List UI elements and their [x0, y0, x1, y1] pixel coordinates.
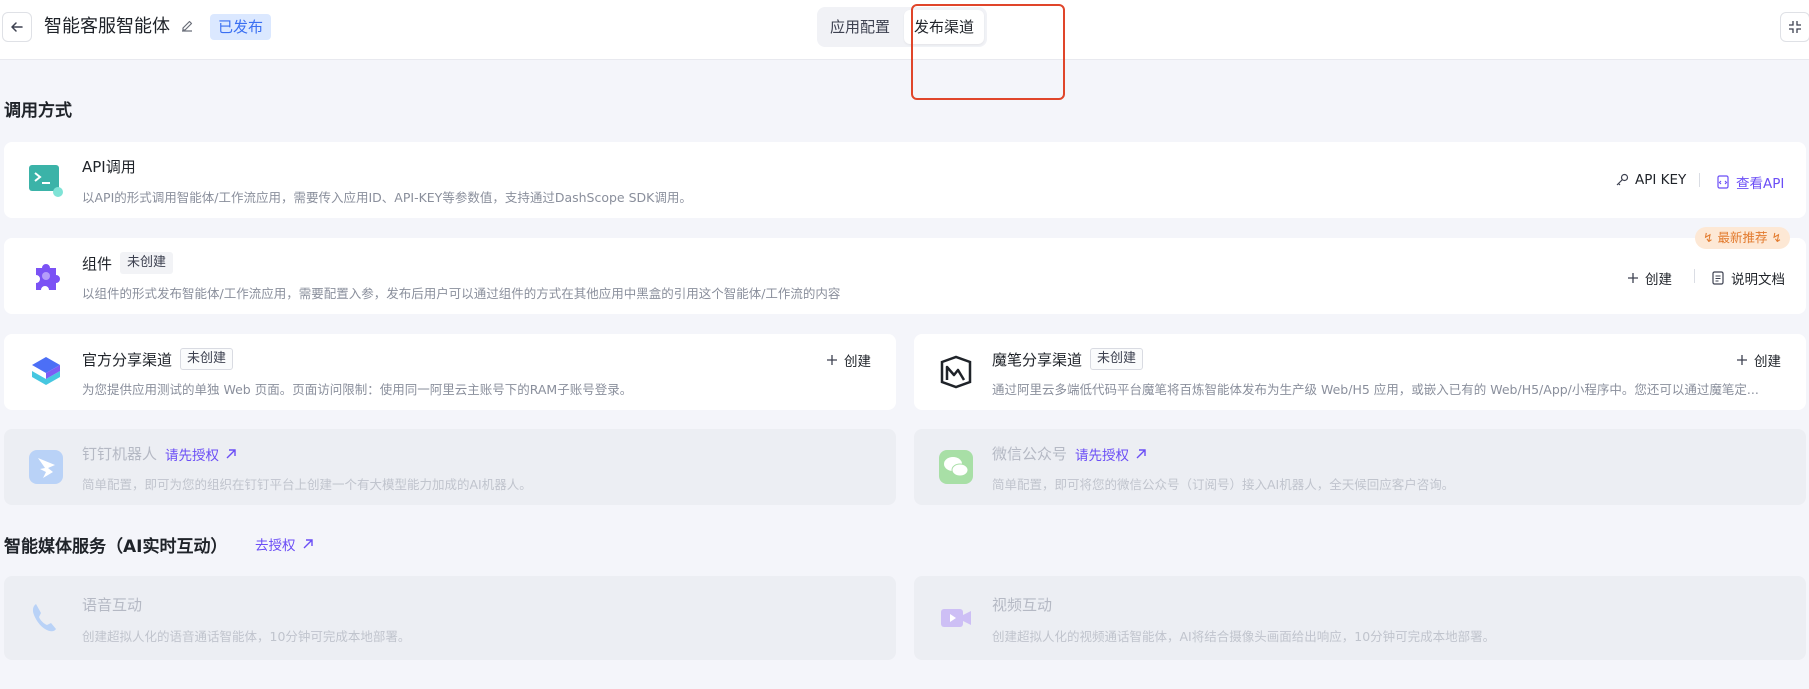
video-title: 视频互动 [992, 596, 1053, 614]
mobi-logo-icon [940, 355, 972, 389]
wechat-authorize-label: 请先授权 [1075, 447, 1130, 464]
dingtalk-desc: 简单配置，即可为您的组织在钉钉平台上创建一个有大模型能力加成的AI机器人。 [82, 477, 532, 492]
sparkle-icon: ↯ [1771, 230, 1782, 245]
divider [1699, 173, 1700, 187]
mobi-share-title: 魔笔分享渠道 [992, 350, 1083, 369]
tab-bar: 应用配置 发布渠道 [817, 7, 988, 47]
voice-title: 语音互动 [82, 596, 143, 614]
section-title-media: 智能媒体服务（AI实时互动） [4, 537, 228, 557]
voice-desc: 创建超拟人化的语音通话智能体，10分钟可完成本地部署。 [82, 629, 411, 644]
mobi-share-card: 魔笔分享渠道 未创建 通过阿里云多端低代码平台魔笔将百炼智能体发布为生产级 We… [914, 334, 1806, 410]
tab-publish-channels[interactable]: 发布渠道 [904, 10, 985, 44]
video-card: 视频互动 创建超拟人化的视频通话智能体，AI将结合摄像头画面给出响应，10分钟可… [914, 576, 1806, 660]
api-card-title: API调用 [82, 158, 136, 176]
recommend-badge-label: 最新推荐 [1717, 230, 1768, 245]
dingtalk-authorize-label: 请先授权 [165, 447, 220, 464]
component-card-title: 组件 [82, 254, 113, 273]
official-share-create-label: 创建 [844, 354, 871, 370]
component-card-desc: 以组件的形式发布智能体/工作流应用，需要配置入参，发布后用户可以通过组件的方式在… [82, 286, 841, 301]
official-share-title: 官方分享渠道 [82, 350, 173, 369]
terminal-icon [29, 165, 63, 197]
plus-icon [1737, 355, 1747, 365]
wechat-authorize-link[interactable]: 请先授权 [1075, 444, 1147, 464]
fire-icon: ↯ [1703, 230, 1714, 245]
component-create-button[interactable]: 创建 [1627, 268, 1672, 288]
component-status-tag: 未创建 [120, 252, 174, 274]
wechat-icon [939, 450, 973, 484]
view-api-label: 查看API [1736, 176, 1785, 192]
api-card: API调用 以API的形式调用智能体/工作流应用，需要传入应用ID、API-KE… [4, 142, 1806, 218]
section-title-invoke: 调用方式 [4, 101, 72, 121]
layers-icon [32, 357, 60, 385]
document-code-icon [1717, 175, 1729, 189]
component-create-label: 创建 [1645, 272, 1672, 288]
pencil-icon[interactable] [179, 18, 195, 34]
app-header: 智能客服智能体 已发布 应用配置 发布渠道 [0, 0, 1809, 60]
back-button[interactable] [2, 12, 32, 42]
document-icon [1712, 271, 1724, 285]
puzzle-icon [36, 264, 60, 290]
mobi-share-create-label: 创建 [1754, 354, 1781, 370]
dingtalk-authorize-link[interactable]: 请先授权 [165, 444, 237, 464]
wechat-card: 微信公众号 请先授权 简单配置，即可将您的微信公众号（订阅号）接入AI机器人，全… [914, 429, 1806, 505]
mobi-share-desc: 通过阿里云多端低代码平台魔笔将百炼智能体发布为生产级 Web/H5 应用，或嵌入… [992, 382, 1759, 397]
collapse-icon [1789, 21, 1801, 33]
official-share-desc: 为您提供应用测试的单独 Web 页面。页面访问限制：使用同一阿里云主账号下的RA… [82, 382, 633, 397]
mobi-share-create-button[interactable]: 创建 [1736, 350, 1781, 370]
tab-app-config[interactable]: 应用配置 [820, 10, 900, 44]
plus-icon [1628, 273, 1638, 283]
status-badge: 已发布 [210, 14, 272, 40]
video-desc: 创建超拟人化的视频通话智能体，AI将结合摄像头画面给出响应，10分钟可完成本地部… [992, 629, 1496, 644]
api-key-label: API KEY [1635, 172, 1687, 188]
recommend-badge: ↯ 最新推荐 ↯ [1695, 227, 1790, 249]
view-api-button[interactable]: 查看API [1716, 172, 1784, 192]
arrow-up-right-icon [303, 539, 313, 549]
component-card: 组件 未创建 以组件的形式发布智能体/工作流应用，需要配置入参，发布后用户可以通… [4, 238, 1806, 314]
wechat-desc: 简单配置，即可将您的微信公众号（订阅号）接入AI机器人，全天候回应客户咨询。 [992, 477, 1455, 492]
voice-card: 语音互动 创建超拟人化的语音通话智能体，10分钟可完成本地部署。 [4, 576, 896, 660]
key-icon [1616, 173, 1629, 186]
docs-label: 说明文档 [1731, 272, 1785, 288]
divider [1694, 269, 1695, 283]
api-key-button[interactable]: API KEY [1615, 172, 1686, 188]
arrow-up-right-icon [226, 448, 236, 458]
official-share-create-button[interactable]: 创建 [826, 350, 871, 370]
video-camera-icon [941, 609, 971, 627]
wechat-title: 微信公众号 [992, 445, 1068, 463]
dingtalk-icon [29, 450, 63, 484]
arrow-left-icon [11, 22, 23, 32]
official-share-status-tag: 未创建 [180, 348, 234, 370]
docs-button[interactable]: 说明文档 [1711, 268, 1785, 288]
mobi-share-status-tag: 未创建 [1090, 348, 1144, 370]
official-share-card: 官方分享渠道 未创建 为您提供应用测试的单独 Web 页面。页面访问限制：使用同… [4, 334, 896, 410]
phone-icon [32, 604, 56, 632]
arrow-up-right-icon [1136, 448, 1146, 458]
media-authorize-link[interactable]: 去授权 [255, 534, 314, 554]
api-card-desc: 以API的形式调用智能体/工作流应用，需要传入应用ID、API-KEY等参数值，… [82, 190, 692, 205]
app-title: 智能客服智能体 [44, 16, 170, 37]
media-authorize-label: 去授权 [255, 538, 296, 554]
dingtalk-title: 钉钉机器人 [82, 445, 158, 463]
collapse-button[interactable] [1780, 12, 1809, 42]
plus-icon [827, 355, 837, 365]
dingtalk-card: 钉钉机器人 请先授权 简单配置，即可为您的组织在钉钉平台上创建一个有大模型能力加… [4, 429, 896, 505]
